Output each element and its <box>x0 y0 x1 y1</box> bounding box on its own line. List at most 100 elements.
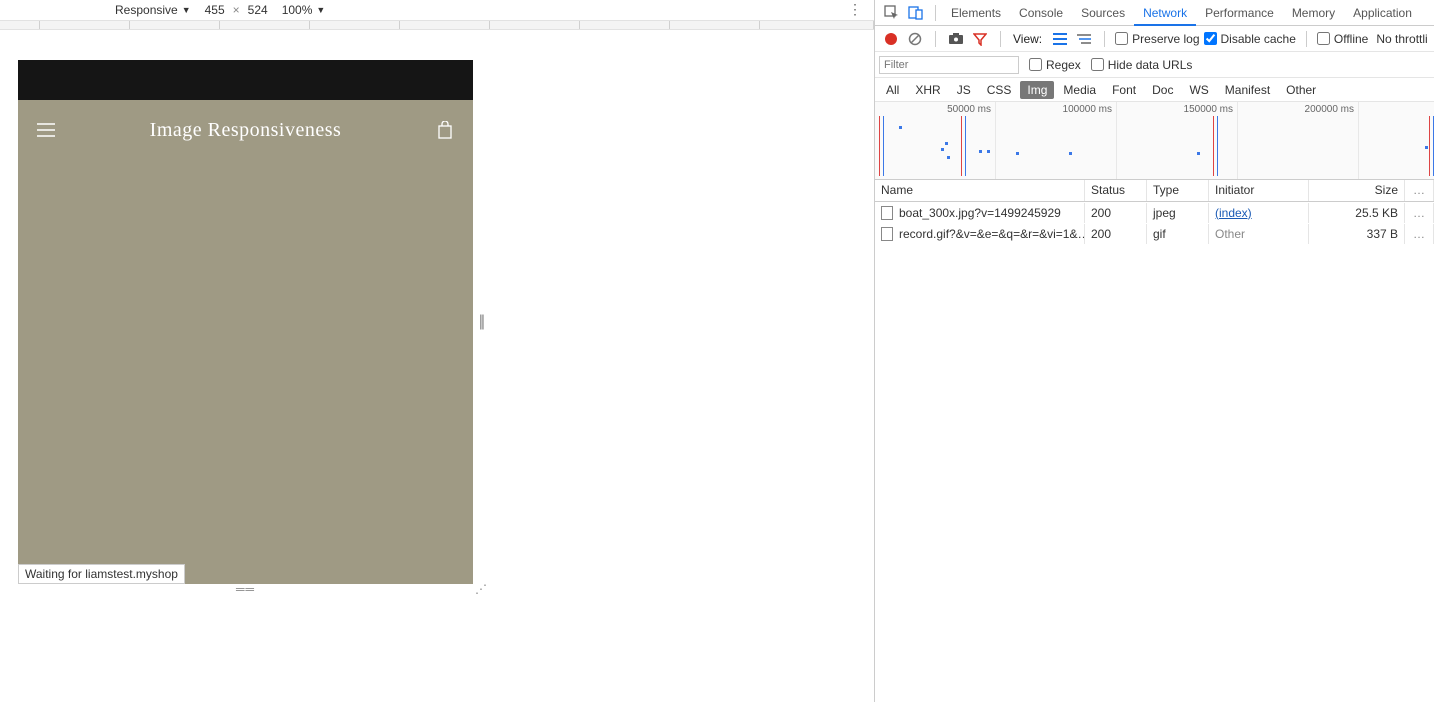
toggle-device-toolbar-icon[interactable] <box>905 2 927 24</box>
resource-type-filter: All XHR JS CSS Img Media Font Doc WS Man… <box>875 78 1434 102</box>
col-size[interactable]: Size <box>1309 180 1405 201</box>
chip-js[interactable]: JS <box>950 81 978 99</box>
cell-type: gif <box>1147 224 1209 244</box>
clear-icon[interactable] <box>905 29 925 49</box>
disable-cache-checkbox[interactable]: Disable cache <box>1204 32 1296 46</box>
tab-application[interactable]: Application <box>1344 0 1421 26</box>
cell-type: jpeg <box>1147 203 1209 223</box>
col-status[interactable]: Status <box>1085 180 1147 201</box>
cell-name: record.gif?&v=&e=&q=&r=&vi=1&… <box>899 227 1085 241</box>
device-ruler[interactable] <box>0 20 874 30</box>
regex-checkbox[interactable]: Regex <box>1029 58 1081 72</box>
cell-initiator[interactable]: (index) <box>1215 206 1252 220</box>
page-loading-status: Waiting for liamstest.myshop <box>18 564 185 584</box>
network-toolbar: View: Preserve log Disable cache Offline… <box>875 26 1434 52</box>
site-header: Image Responsiveness <box>18 100 473 160</box>
emulated-viewport[interactable]: Image Responsiveness Waiting for liamste… <box>18 60 473 584</box>
cell-name: boat_300x.jpg?v=1499245929 <box>899 206 1061 220</box>
tab-console[interactable]: Console <box>1010 0 1072 26</box>
col-initiator[interactable]: Initiator <box>1209 180 1309 201</box>
separator <box>1000 31 1001 47</box>
shopping-bag-icon[interactable] <box>435 120 455 140</box>
chip-css[interactable]: CSS <box>980 81 1019 99</box>
chip-all[interactable]: All <box>879 81 906 99</box>
caret-down-icon: ▼ <box>316 5 325 15</box>
zoom-label: 100% <box>282 3 313 17</box>
cell-more: … <box>1405 224 1434 244</box>
file-icon <box>881 206 893 220</box>
device-height-input[interactable]: 524 <box>248 3 268 17</box>
resize-handle-right-icon[interactable]: || <box>479 313 483 331</box>
device-toolbar: Responsive ▼ 455 × 524 100% ▼ ⋮ <box>0 0 874 20</box>
cell-status: 200 <box>1085 203 1147 223</box>
resize-handle-corner-icon[interactable]: ⋰ <box>475 582 487 596</box>
col-name[interactable]: Name <box>875 180 1085 201</box>
devtools-panel: Elements Console Sources Network Perform… <box>875 0 1434 702</box>
separator <box>1104 31 1105 47</box>
chip-media[interactable]: Media <box>1056 81 1103 99</box>
device-viewport-area: Image Responsiveness Waiting for liamste… <box>0 30 874 702</box>
file-icon <box>881 227 893 241</box>
tab-memory[interactable]: Memory <box>1283 0 1344 26</box>
resize-handle-bottom-icon[interactable]: ══ <box>236 582 255 596</box>
site-announcement-bar <box>18 60 473 100</box>
hide-data-urls-label: Hide data URLs <box>1108 58 1193 72</box>
regex-label: Regex <box>1046 58 1081 72</box>
table-row[interactable]: boat_300x.jpg?v=1499245929 200 jpeg (ind… <box>875 202 1434 223</box>
hamburger-menu-icon[interactable] <box>36 120 56 140</box>
network-table-body: boat_300x.jpg?v=1499245929 200 jpeg (ind… <box>875 202 1434 702</box>
view-frames-icon[interactable] <box>1074 29 1094 49</box>
cell-size: 25.5 KB <box>1309 203 1405 223</box>
network-table-header: Name Status Type Initiator Size … <box>875 180 1434 202</box>
offline-checkbox[interactable]: Offline <box>1317 32 1368 46</box>
chip-img[interactable]: Img <box>1020 81 1054 99</box>
disable-cache-label: Disable cache <box>1221 32 1296 46</box>
capture-screenshot-icon[interactable] <box>946 29 966 49</box>
tab-sources[interactable]: Sources <box>1072 0 1134 26</box>
overview-tick-4: 200000 ms <box>1305 104 1354 115</box>
dimension-separator: × <box>233 3 240 17</box>
kebab-menu-icon[interactable]: ⋮ <box>848 2 862 16</box>
filter-input[interactable] <box>879 56 1019 74</box>
overview-tick-3: 150000 ms <box>1184 104 1233 115</box>
network-overview-waterfall[interactable]: 50000 ms 100000 ms 150000 ms 200000 ms <box>875 102 1434 180</box>
preserve-log-checkbox[interactable]: Preserve log <box>1115 32 1199 46</box>
device-mode-label: Responsive <box>115 3 178 17</box>
hide-data-urls-checkbox[interactable]: Hide data URLs <box>1091 58 1193 72</box>
devtools-tabbar: Elements Console Sources Network Perform… <box>875 0 1434 26</box>
device-width-input[interactable]: 455 <box>205 3 225 17</box>
cell-more: … <box>1405 203 1434 223</box>
view-list-icon[interactable] <box>1050 29 1070 49</box>
overview-tick-2: 100000 ms <box>1063 104 1112 115</box>
col-type[interactable]: Type <box>1147 180 1209 201</box>
tab-performance[interactable]: Performance <box>1196 0 1283 26</box>
chip-manifest[interactable]: Manifest <box>1218 81 1277 99</box>
tab-elements[interactable]: Elements <box>942 0 1010 26</box>
view-label: View: <box>1013 32 1042 46</box>
separator <box>935 5 936 21</box>
chip-other[interactable]: Other <box>1279 81 1323 99</box>
chip-font[interactable]: Font <box>1105 81 1143 99</box>
chip-doc[interactable]: Doc <box>1145 81 1180 99</box>
overview-tick-1: 50000 ms <box>947 104 991 115</box>
col-more[interactable]: … <box>1405 180 1434 201</box>
caret-down-icon: ▼ <box>182 5 191 15</box>
record-icon[interactable] <box>881 29 901 49</box>
inspect-element-icon[interactable] <box>881 2 903 24</box>
network-filter-bar: Regex Hide data URLs <box>875 52 1434 78</box>
cell-size: 337 B <box>1309 224 1405 244</box>
device-mode-select[interactable]: Responsive ▼ <box>115 3 191 17</box>
chip-ws[interactable]: WS <box>1182 81 1215 99</box>
throttling-select[interactable]: No throttli <box>1376 32 1427 46</box>
table-row[interactable]: record.gif?&v=&e=&q=&r=&vi=1&… 200 gif O… <box>875 223 1434 244</box>
chip-xhr[interactable]: XHR <box>908 81 947 99</box>
device-emulation-pane: Responsive ▼ 455 × 524 100% ▼ ⋮ Im <box>0 0 875 702</box>
filter-icon[interactable] <box>970 29 990 49</box>
separator <box>935 31 936 47</box>
offline-label: Offline <box>1334 32 1368 46</box>
tab-network[interactable]: Network <box>1134 0 1196 26</box>
zoom-select[interactable]: 100% ▼ <box>282 3 326 17</box>
cell-status: 200 <box>1085 224 1147 244</box>
separator <box>1306 31 1307 47</box>
cell-initiator: Other <box>1215 227 1245 241</box>
